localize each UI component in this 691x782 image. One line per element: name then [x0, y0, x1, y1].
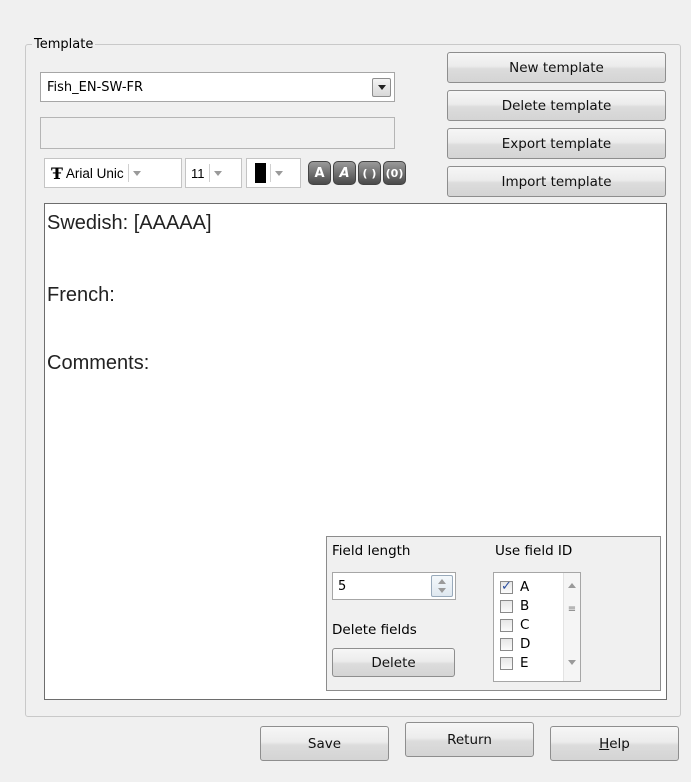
field-id-list[interactable]: A B C D E ≡ [493, 572, 581, 682]
delete-fields-button[interactable]: Delete [332, 648, 455, 677]
font-name-value: Arial Unic [65, 165, 124, 181]
editor-line-french: French: [47, 284, 115, 306]
save-button[interactable]: Save [260, 726, 389, 761]
checkbox[interactable] [500, 599, 513, 613]
editor-line-swedish: Swedish: [AAAAA] [47, 212, 212, 234]
use-field-id-label: Use field ID [495, 543, 573, 559]
chevron-down-icon[interactable] [372, 77, 391, 97]
scroll-down-icon[interactable] [568, 660, 576, 665]
field-id-scrollbar[interactable]: ≡ [563, 573, 580, 681]
delete-fields-label: Delete fields [332, 622, 417, 638]
insert-bracket-button[interactable]: ( ) [358, 161, 381, 185]
chevron-down-icon[interactable] [275, 170, 283, 176]
bold-button[interactable]: A [308, 161, 331, 185]
checkbox[interactable] [500, 656, 513, 670]
list-item[interactable]: B [500, 597, 529, 615]
field-panel: Field length Use field ID 5 Delete field… [326, 536, 661, 691]
template-group-title: Template [34, 37, 94, 52]
checkbox[interactable] [500, 618, 513, 632]
template-select-value: Fish_EN-SW-FR [47, 79, 144, 95]
insert-field-button[interactable]: (0) [383, 161, 406, 185]
field-length-input[interactable]: 5 [332, 572, 456, 600]
chevron-down-icon[interactable] [213, 170, 222, 176]
text-color-combo[interactable] [246, 158, 301, 188]
checkbox[interactable] [500, 579, 513, 594]
color-swatch [255, 163, 266, 183]
export-template-button[interactable]: Export template [447, 128, 666, 159]
import-template-button[interactable]: Import template [447, 166, 666, 197]
template-name-field[interactable] [40, 117, 395, 149]
scroll-thumb-grip-icon[interactable]: ≡ [566, 603, 578, 617]
font-icon: Ŧ [51, 163, 63, 183]
italic-button[interactable]: A [333, 161, 356, 185]
help-button[interactable]: Help [550, 726, 679, 761]
font-size-combo[interactable]: 11 [185, 158, 242, 188]
list-item[interactable]: C [500, 616, 529, 634]
font-name-combo[interactable]: Ŧ Arial Unic [44, 158, 182, 188]
scroll-up-icon[interactable] [568, 583, 576, 588]
checkbox[interactable] [500, 637, 513, 651]
font-size-value: 11 [191, 165, 205, 181]
chevron-down-icon[interactable] [132, 170, 141, 176]
delete-template-button[interactable]: Delete template [447, 90, 666, 121]
list-item[interactable]: E [500, 654, 529, 672]
spin-updown-icon[interactable] [431, 575, 453, 597]
template-select[interactable]: Fish_EN-SW-FR [40, 72, 395, 102]
help-mnemonic: H [599, 735, 610, 752]
list-item[interactable]: D [500, 635, 530, 653]
new-template-button[interactable]: New template [447, 52, 666, 83]
list-item[interactable]: A [500, 578, 529, 596]
field-length-label: Field length [332, 543, 411, 559]
editor-line-comments: Comments: [47, 352, 150, 374]
return-button[interactable]: Return [405, 722, 534, 757]
